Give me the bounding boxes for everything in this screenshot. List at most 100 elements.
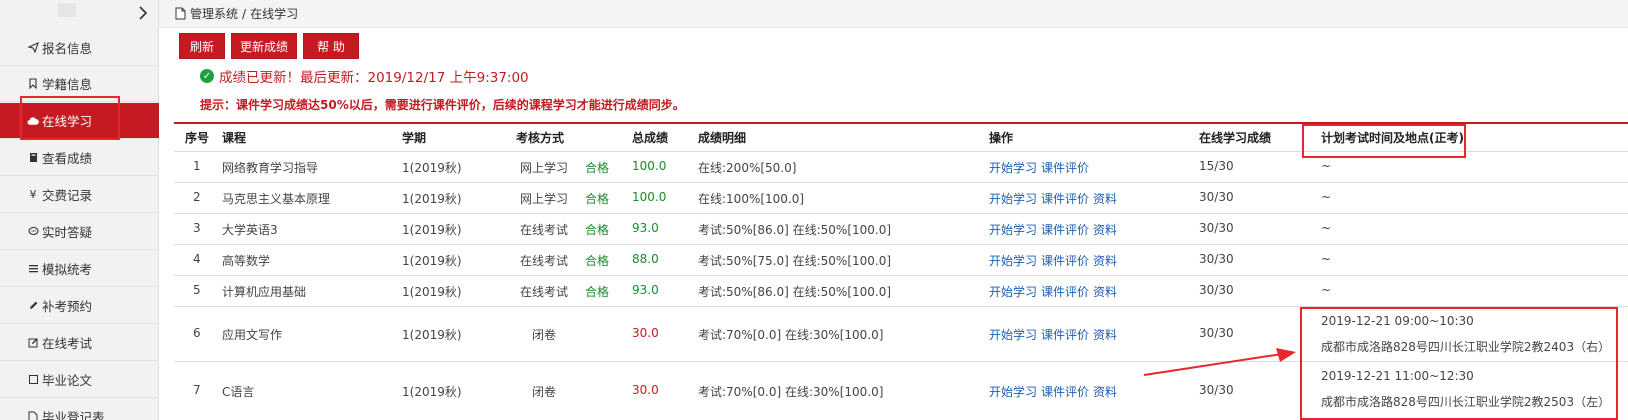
pass-status: 合格 bbox=[585, 192, 610, 206]
total-score: 100.0 bbox=[632, 159, 667, 173]
score-detail: 在线:100%[100.0] bbox=[698, 192, 805, 206]
exam-time: ~ bbox=[1321, 221, 1332, 235]
tip-text: 提示：课件学习成绩达50%以后，需要进行课件评价，后续的课程学习才能进行成绩同步… bbox=[200, 98, 685, 112]
sidebar-item[interactable]: 毕业登记表 bbox=[0, 399, 159, 420]
course-name: 马克思主义基本原理 bbox=[222, 192, 331, 206]
row-index: 2 bbox=[193, 190, 201, 204]
materials-link[interactable]: 资料 bbox=[1093, 283, 1117, 300]
yen-icon: ¥ bbox=[29, 188, 37, 201]
help-button[interactable]: 帮 助 bbox=[303, 33, 359, 59]
score-detail: 考试:50%[75.0] 在线:50%[100.0] bbox=[698, 254, 892, 268]
pencil-icon bbox=[27, 300, 39, 312]
bookmark-icon bbox=[27, 78, 39, 90]
sidebar-item-label: 报名信息 bbox=[42, 41, 93, 56]
courseware-review-link[interactable]: 课件评价 bbox=[1041, 252, 1089, 269]
sidebar-item[interactable]: 在线考试 bbox=[0, 325, 159, 361]
assessment-mode: 网上学习 bbox=[519, 192, 568, 206]
update-score-button[interactable]: 更新成绩 bbox=[231, 33, 297, 59]
start-study-link[interactable]: 开始学习 bbox=[989, 252, 1037, 269]
breadcrumb-current: 在线学习 bbox=[250, 7, 299, 21]
materials-link[interactable]: 资料 bbox=[1093, 190, 1117, 207]
total-score: 100.0 bbox=[632, 190, 667, 204]
total-score: 93.0 bbox=[632, 283, 659, 297]
sidebar-item[interactable]: 报名信息 bbox=[0, 30, 159, 66]
table-row bbox=[174, 213, 1628, 244]
row-index: 1 bbox=[193, 159, 201, 173]
score-detail: 考试:50%[86.0] 在线:50%[100.0] bbox=[698, 285, 892, 299]
avatar bbox=[58, 3, 76, 17]
term: 1(2019秋) bbox=[402, 254, 462, 268]
start-study-link[interactable]: 开始学习 bbox=[989, 383, 1037, 400]
assessment-mode: 在线考试 bbox=[519, 223, 568, 237]
materials-link[interactable]: 资料 bbox=[1093, 221, 1117, 238]
start-study-link[interactable]: 开始学习 bbox=[989, 283, 1037, 300]
update-status-text: 成绩已更新！最后更新：2019/12/17 上午9:37:00 bbox=[219, 70, 529, 86]
sidebar-item[interactable]: 查看成绩 bbox=[0, 140, 159, 176]
table-row bbox=[174, 182, 1628, 213]
start-study-link[interactable]: 开始学习 bbox=[989, 326, 1037, 343]
table-row bbox=[174, 275, 1628, 306]
highlight-box-exam-plan bbox=[1300, 307, 1618, 420]
online-score: 30/30 bbox=[1199, 283, 1234, 297]
sidebar-item-label: 学籍信息 bbox=[42, 77, 93, 92]
refresh-button[interactable]: 刷新 bbox=[179, 33, 225, 59]
assessment-mode: 网上学习 bbox=[519, 161, 568, 175]
sidebar-item-label: 查看成绩 bbox=[42, 151, 93, 166]
materials-link[interactable]: 资料 bbox=[1093, 326, 1117, 343]
doc-icon bbox=[27, 411, 39, 420]
exam-time: ~ bbox=[1321, 252, 1332, 266]
breadcrumb-root[interactable]: 管理系统 bbox=[190, 5, 238, 22]
total-score: 93.0 bbox=[632, 221, 659, 235]
assessment-mode: 在线考试 bbox=[519, 285, 568, 299]
table-row bbox=[174, 244, 1628, 275]
pass-status: 合格 bbox=[585, 285, 610, 299]
send-icon bbox=[27, 42, 39, 54]
sidebar-item-label: 毕业论文 bbox=[42, 373, 93, 388]
sidebar-item-label: 交费记录 bbox=[42, 188, 93, 203]
score-detail: 在线:200%[50.0] bbox=[698, 161, 797, 175]
header-index: 序号 bbox=[185, 131, 210, 145]
term: 1(2019秋) bbox=[402, 223, 462, 237]
courseware-review-link[interactable]: 课件评价 bbox=[1041, 383, 1089, 400]
exam-time: ~ bbox=[1321, 159, 1332, 173]
sidebar-item[interactable]: 模拟统考 bbox=[0, 251, 159, 287]
courseware-review-link[interactable]: 课件评价 bbox=[1041, 221, 1089, 238]
start-study-link[interactable]: 开始学习 bbox=[989, 159, 1037, 176]
row-index: 3 bbox=[193, 221, 201, 235]
sidebar-item-label: 在线考试 bbox=[42, 336, 93, 351]
edit-icon bbox=[27, 337, 39, 349]
materials-link[interactable]: 资料 bbox=[1093, 383, 1117, 400]
materials-link[interactable]: 资料 bbox=[1093, 252, 1117, 269]
sidebar-top bbox=[0, 0, 158, 28]
courseware-review-link[interactable]: 课件评价 bbox=[1041, 190, 1089, 207]
breadcrumb: 管理系统 / 在线学习 bbox=[159, 0, 1628, 28]
sidebar-item[interactable]: ¥ 交费记录 bbox=[0, 177, 159, 213]
courseware-review-link[interactable]: 课件评价 bbox=[1041, 159, 1089, 176]
header-course: 课程 bbox=[222, 131, 247, 145]
score-detail: 考试:50%[86.0] 在线:50%[100.0] bbox=[698, 223, 892, 237]
check-circle-icon: ✓ bbox=[200, 69, 214, 83]
online-score: 30/30 bbox=[1199, 221, 1234, 235]
chevron-right-icon[interactable] bbox=[138, 6, 148, 20]
sidebar-item[interactable]: 毕业论文 bbox=[0, 362, 159, 398]
exam-time: ~ bbox=[1321, 190, 1332, 204]
term: 1(2019秋) bbox=[402, 285, 462, 299]
pass-status: 合格 bbox=[585, 223, 610, 237]
update-status: ✓ 成绩已更新！最后更新：2019/12/17 上午9:37:00 bbox=[200, 67, 529, 86]
term: 1(2019秋) bbox=[402, 385, 462, 399]
course-name: 计算机应用基础 bbox=[222, 285, 307, 299]
sidebar-item[interactable]: 实时答疑 bbox=[0, 214, 159, 250]
header-assessment: 考核方式 bbox=[516, 131, 565, 145]
online-score: 30/30 bbox=[1199, 190, 1234, 204]
term: 1(2019秋) bbox=[402, 328, 462, 342]
total-score: 30.0 bbox=[632, 326, 659, 340]
courseware-review-link[interactable]: 课件评价 bbox=[1041, 326, 1089, 343]
start-study-link[interactable]: 开始学习 bbox=[989, 221, 1037, 238]
start-study-link[interactable]: 开始学习 bbox=[989, 190, 1037, 207]
sidebar-item[interactable]: 补考预约 bbox=[0, 288, 159, 324]
sidebar-item-label: 模拟统考 bbox=[42, 262, 93, 277]
online-score: 30/30 bbox=[1199, 252, 1234, 266]
courseware-review-link[interactable]: 课件评价 bbox=[1041, 283, 1089, 300]
pass-status: 合格 bbox=[585, 254, 610, 268]
score-detail: 考试:70%[0.0] 在线:30%[100.0] bbox=[698, 385, 884, 399]
